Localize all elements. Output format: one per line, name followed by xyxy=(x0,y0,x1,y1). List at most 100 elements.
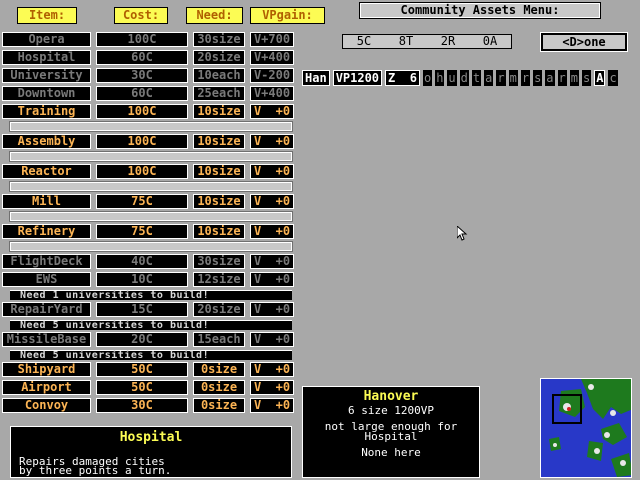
asset-flag: r xyxy=(496,70,506,86)
asset-flag: a xyxy=(484,70,494,86)
asset-cost[interactable]: 50C xyxy=(96,362,188,377)
city-info-panel: Hanover 6 size 1200VP not large enough f… xyxy=(302,386,480,478)
production-progress-bar xyxy=(9,151,293,162)
asset-vpgain[interactable]: V+400 xyxy=(250,86,294,101)
asset-flag: s xyxy=(533,70,543,86)
asset-vpgain[interactable]: V +0 xyxy=(250,254,294,269)
asset-cost[interactable]: 100C xyxy=(96,32,188,47)
asset-name[interactable]: Refinery xyxy=(2,224,91,239)
asset-flag: r xyxy=(520,70,531,86)
asset-need[interactable]: 20size xyxy=(193,50,245,65)
asset-need[interactable]: 12size xyxy=(193,272,245,287)
asset-name[interactable]: Assembly xyxy=(2,134,91,149)
asset-flag: a xyxy=(545,70,555,86)
asset-flag: o xyxy=(422,70,433,86)
asset-cost[interactable]: 100C xyxy=(96,164,188,179)
asset-vpgain[interactable]: V +0 xyxy=(250,104,294,119)
asset-name[interactable]: Convoy xyxy=(2,398,91,413)
asset-name[interactable]: Reactor xyxy=(2,164,91,179)
done-button[interactable]: <D>one xyxy=(540,32,628,52)
asset-need[interactable]: 0size xyxy=(193,362,245,377)
asset-cost[interactable]: 30C xyxy=(96,68,188,83)
asset-name[interactable]: MissileBase xyxy=(2,332,91,347)
asset-cost[interactable]: 60C xyxy=(96,86,188,101)
resource-ammo: 0A xyxy=(482,34,498,48)
asset-name[interactable]: Training xyxy=(2,104,91,119)
city-status-row: Han VP1200 Z 6 o h u d t a r m r s a r m… xyxy=(302,70,618,86)
asset-flag-active: A xyxy=(594,70,606,86)
resource-raw: 2R xyxy=(440,34,456,48)
asset-name[interactable]: Airport xyxy=(2,380,91,395)
asset-vpgain[interactable]: V +0 xyxy=(250,302,294,317)
asset-vpgain[interactable]: V+700 xyxy=(250,32,294,47)
asset-need[interactable]: 10size xyxy=(193,164,245,179)
asset-need[interactable]: 30size xyxy=(193,32,245,47)
production-progress-bar xyxy=(9,241,293,252)
city-message: not large enough for Hospital xyxy=(324,420,458,443)
asset-need[interactable]: 30size xyxy=(193,254,245,269)
city-abbrev[interactable]: Han xyxy=(302,70,330,86)
asset-vpgain[interactable]: V +0 xyxy=(250,134,294,149)
resource-tech: 8T xyxy=(398,34,414,48)
asset-cost[interactable]: 40C xyxy=(96,254,188,269)
asset-need[interactable]: 15each xyxy=(193,332,245,347)
city-size: Z 6 xyxy=(385,70,420,86)
asset-flag: m xyxy=(569,70,579,86)
asset-cost[interactable]: 20C xyxy=(96,332,188,347)
asset-vpgain[interactable]: V +0 xyxy=(250,332,294,347)
asset-vpgain[interactable]: V +0 xyxy=(250,194,294,209)
production-progress-bar xyxy=(9,181,293,192)
asset-need[interactable]: 10size xyxy=(193,194,245,209)
asset-vpgain[interactable]: V +0 xyxy=(250,362,294,377)
city-vp: VP1200 xyxy=(332,70,383,86)
asset-name[interactable]: Downtown xyxy=(2,86,91,101)
asset-cost[interactable]: 100C xyxy=(96,104,188,119)
resource-display: 5C 8T 2R 0A xyxy=(342,34,512,49)
asset-vpgain[interactable]: V +0 xyxy=(250,398,294,413)
asset-cost[interactable]: 75C xyxy=(96,224,188,239)
asset-need[interactable]: 20size xyxy=(193,302,245,317)
asset-cost[interactable]: 15C xyxy=(96,302,188,317)
asset-cost[interactable]: 100C xyxy=(96,134,188,149)
asset-name[interactable]: University xyxy=(2,68,91,83)
asset-vpgain[interactable]: V +0 xyxy=(250,272,294,287)
note-missilebase: Need 5 universities to build! xyxy=(10,350,292,361)
asset-need[interactable]: 10each xyxy=(193,68,245,83)
asset-need[interactable]: 0size xyxy=(193,380,245,395)
city-name: Hanover xyxy=(363,389,419,404)
asset-need[interactable]: 10size xyxy=(193,224,245,239)
asset-cost[interactable]: 75C xyxy=(96,194,188,209)
asset-name[interactable]: Mill xyxy=(2,194,91,209)
production-progress-bar xyxy=(9,121,293,132)
asset-need[interactable]: 10size xyxy=(193,134,245,149)
asset-name[interactable]: RepairYard xyxy=(2,302,91,317)
asset-name[interactable]: Hospital xyxy=(2,50,91,65)
asset-cost[interactable]: 30C xyxy=(96,398,188,413)
asset-cost[interactable]: 50C xyxy=(96,380,188,395)
asset-flag: c xyxy=(608,70,618,86)
asset-need[interactable]: 10size xyxy=(193,104,245,119)
asset-name[interactable]: EWS xyxy=(2,272,91,287)
asset-vpgain[interactable]: V +0 xyxy=(250,164,294,179)
asset-need[interactable]: 25each xyxy=(193,86,245,101)
asset-flag: m xyxy=(508,70,518,86)
resource-credits: 5C xyxy=(356,34,372,48)
asset-name[interactable]: Shipyard xyxy=(2,362,91,377)
note-ews: Need 1 universities to build! xyxy=(10,290,292,301)
header-cost: Cost: xyxy=(114,7,168,24)
asset-name[interactable]: Opera xyxy=(2,32,91,47)
header-vpgain: VPgain: xyxy=(250,7,325,24)
asset-flag: s xyxy=(582,70,592,86)
asset-need[interactable]: 0size xyxy=(193,398,245,413)
asset-cost[interactable]: 60C xyxy=(96,50,188,65)
asset-vpgain[interactable]: V-200 xyxy=(250,68,294,83)
asset-vpgain[interactable]: V +0 xyxy=(250,380,294,395)
asset-vpgain[interactable]: V +0 xyxy=(250,224,294,239)
minimap-terrain xyxy=(549,379,631,477)
header-need: Need: xyxy=(186,7,243,24)
asset-vpgain[interactable]: V+400 xyxy=(250,50,294,65)
asset-cost[interactable]: 10C xyxy=(96,272,188,287)
asset-name[interactable]: FlightDeck xyxy=(2,254,91,269)
minimap[interactable] xyxy=(540,378,632,478)
note-repairyard: Need 5 universities to build! xyxy=(10,320,292,331)
